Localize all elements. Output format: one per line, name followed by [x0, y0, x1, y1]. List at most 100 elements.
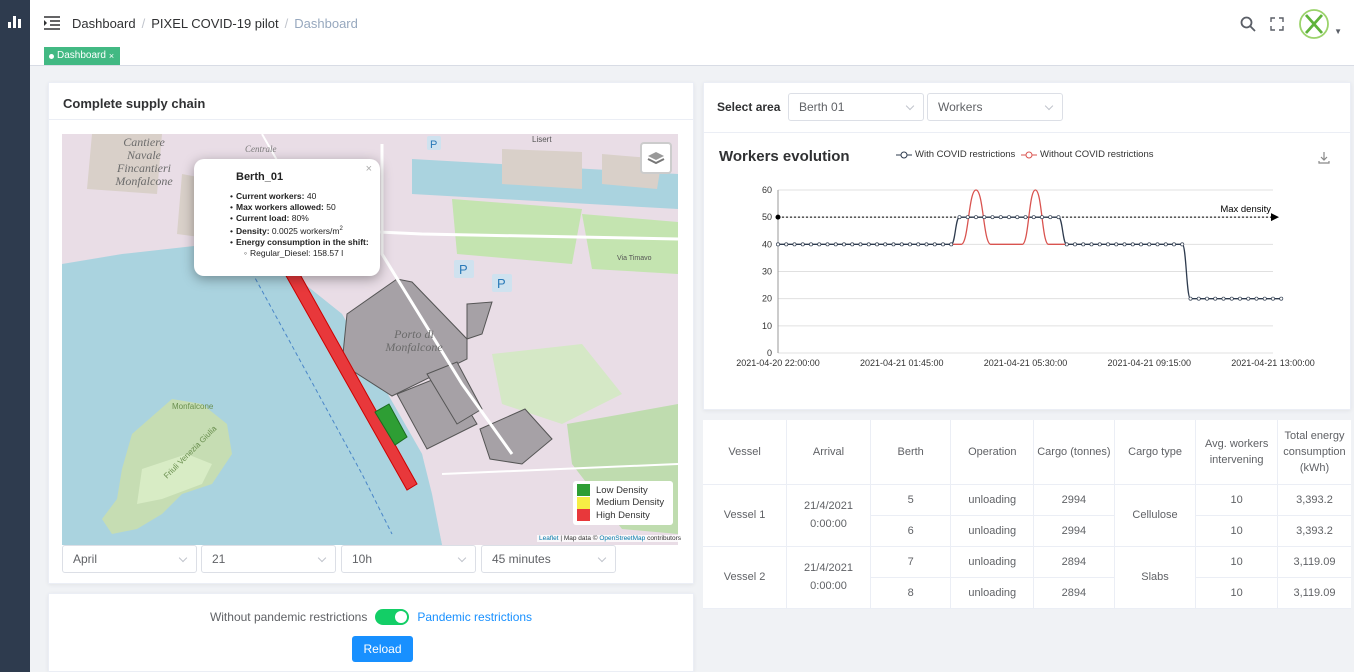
data-point — [957, 215, 962, 220]
data-point — [1188, 296, 1193, 301]
data-point — [1205, 296, 1209, 301]
data-point — [1279, 296, 1284, 301]
layers-control[interactable] — [640, 142, 672, 174]
close-icon[interactable]: × — [366, 163, 372, 175]
legend-item: Low Density — [577, 484, 669, 497]
data-point — [1048, 215, 1053, 220]
popup-detail: Energy consumption in the shift: — [230, 237, 380, 248]
breadcrumb-item-pilot[interactable]: PIXEL COVID-19 pilot — [151, 16, 278, 31]
breadcrumb-item-dashboard[interactable]: Dashboard — [72, 16, 136, 31]
th-arrival: Arrival — [786, 420, 871, 485]
data-point — [1130, 242, 1135, 247]
day-select[interactable]: 21 — [201, 545, 336, 573]
chart-legend-item[interactable]: With COVID restrictions — [896, 149, 1015, 160]
close-icon[interactable]: × — [109, 47, 114, 65]
map-label-monfalcone-park: Monfalcone — [172, 402, 214, 411]
download-icon[interactable] — [1318, 152, 1330, 164]
breadcrumb-separator: / — [141, 15, 146, 31]
data-point — [1213, 296, 1218, 301]
breadcrumb: Dashboard / PIXEL COVID-19 pilot / Dashb… — [72, 16, 358, 31]
dashboard-icon[interactable] — [8, 16, 22, 28]
cell-arrival: 21/4/2021 0:00:00 — [786, 484, 871, 547]
data-point — [866, 242, 871, 247]
data-point — [842, 242, 846, 247]
workers-chart: 0 10 20 30 40 50 60 2021-04-20 22:00:00 2021-04-… — [736, 185, 1315, 368]
table-header-row: Vessel Arrival Berth Operation Cargo (to… — [703, 420, 1351, 485]
restrictions-switch[interactable] — [375, 609, 410, 625]
y-tick-label: 30 — [762, 267, 772, 277]
caret-down-icon[interactable]: ▼ — [1334, 27, 1342, 36]
legend-item: Medium Density — [577, 496, 669, 510]
search-icon[interactable] — [1240, 16, 1256, 32]
cell-workers: 10 — [1195, 484, 1278, 516]
card-title: Complete supply chain — [63, 96, 206, 111]
data-point — [1163, 242, 1168, 247]
map-label-fincantieri: Fincantieri — [116, 161, 171, 175]
sidebar — [0, 0, 30, 672]
popup-detail: Max workers allowed: 50 — [230, 202, 380, 213]
cell-berth: 5 — [870, 484, 952, 516]
data-point — [1097, 242, 1102, 247]
data-point — [1271, 296, 1275, 301]
max-density-start — [775, 214, 781, 220]
osm-link[interactable]: OpenStreetMap — [599, 535, 645, 542]
cell-berth: 8 — [870, 577, 952, 609]
th-cargo: Cargo (tonnes) — [1033, 420, 1115, 485]
data-point — [1139, 242, 1143, 247]
cell-berth: 7 — [870, 546, 952, 578]
cell-operation: unloading — [950, 546, 1035, 578]
select-area-label: Select area — [717, 100, 781, 114]
y-tick-label: 0 — [767, 348, 772, 358]
data-point — [1254, 296, 1259, 301]
data-point — [965, 215, 970, 220]
data-point — [1089, 242, 1094, 247]
cell-energy: 3,119.09 — [1277, 577, 1351, 609]
data-point — [833, 242, 838, 247]
tag-dashboard[interactable]: Dashboard × — [44, 47, 121, 65]
data-point — [916, 242, 921, 247]
map-label-porto: Porto di — [393, 327, 434, 341]
minutes-select[interactable]: 45 minutes — [481, 545, 616, 573]
cell-operation: unloading — [950, 577, 1035, 609]
month-select[interactable]: April — [62, 545, 197, 573]
data-point — [1238, 296, 1242, 301]
legend-item: High Density — [577, 509, 669, 522]
data-point — [776, 242, 780, 247]
x-tick-label: 2021-04-20 22:00:00 — [736, 358, 820, 368]
cell-cargo: 2994 — [1033, 515, 1115, 547]
series-line-with-covid — [778, 216, 1282, 300]
data-point — [817, 242, 822, 247]
hour-select[interactable]: 10h — [341, 545, 476, 573]
tag-label: Dashboard — [57, 50, 106, 61]
map-label-via-timavo: Via Timavo — [617, 255, 652, 262]
chart-legend-item[interactable]: Without COVID restrictions — [1021, 149, 1154, 160]
fullscreen-icon[interactable] — [1270, 17, 1284, 31]
parking-label: P — [459, 262, 468, 277]
data-point — [1196, 296, 1201, 301]
max-density-arrow — [1271, 213, 1279, 222]
data-point — [982, 215, 987, 220]
x-tick-label: 2021-04-21 05:30:00 — [984, 358, 1068, 368]
table-row: Vessel 1 21/4/2021 0:00:00 5 unloading 2… — [703, 484, 1351, 547]
data-point — [891, 242, 896, 247]
data-point — [1122, 242, 1127, 247]
area-select[interactable]: Berth 01 — [788, 93, 924, 121]
th-berth: Berth — [870, 420, 952, 485]
data-point — [784, 242, 789, 247]
user-avatar[interactable] — [1298, 8, 1330, 40]
data-point — [792, 242, 797, 247]
data-point — [1106, 242, 1110, 247]
reload-button[interactable]: Reload — [352, 636, 413, 662]
data-point — [990, 215, 995, 220]
cell-cargo: 2894 — [1033, 577, 1115, 609]
map-label-navale: Navale — [126, 148, 162, 162]
y-tick-label: 60 — [762, 185, 772, 195]
navbar: Dashboard / PIXEL COVID-19 pilot / Dashb… — [30, 0, 1354, 46]
metric-select[interactable]: Workers — [927, 93, 1063, 121]
menu-toggle-icon[interactable] — [44, 16, 60, 30]
data-point — [1073, 242, 1077, 247]
cell-operation: unloading — [950, 515, 1035, 547]
restrictions-toggle-row: Without pandemic restrictions Pandemic r… — [48, 609, 694, 625]
leaflet-link[interactable]: Leaflet — [539, 535, 559, 542]
data-point — [800, 242, 805, 247]
